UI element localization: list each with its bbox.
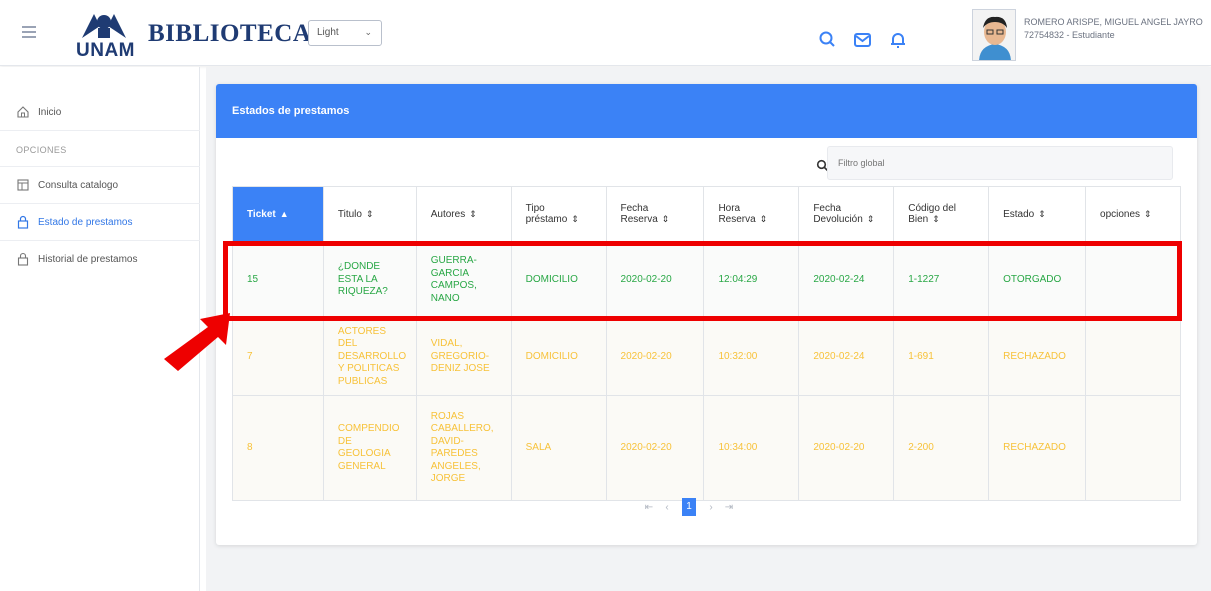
cell-tipo: DOMICILIO [510,318,607,396]
sidebar-item-label: Consulta catalogo [38,179,119,191]
top-header: UNAM BIBLIOTECA Light ⌄ ROMERO ARISPE, M… [0,0,1211,66]
highlight-box [223,241,1182,321]
sidebar-section-title: OPCIONES [16,145,67,155]
sort-icon: ⇕ [1144,208,1152,219]
column-label: Tipo préstamo [525,203,568,225]
cell-fecha-devolucion: 2020-02-24 [798,318,895,396]
user-avatar-icon [973,10,1015,60]
column-header-fecha-devolucion[interactable]: Fecha Devolución ⇕ [798,186,895,242]
column-label: Autores [430,208,466,220]
sidebar-item-historial-de-prestamos[interactable]: Historial de prestamos [0,241,200,277]
cell-estado: RECHAZADO [988,318,1087,396]
column-header-titulo[interactable]: Titulo ⇕ [322,186,417,242]
sort-icon: ⇕ [932,214,940,224]
cell-autores: ROJAS CABALLERO, DAVID-PAREDES ANGELES, … [415,395,512,501]
cell-codigo: 2-200 [893,395,990,501]
cell-ticket: 7 [232,318,324,396]
avatar[interactable] [972,9,1016,61]
user-role: 72754832 - Estudiante [1024,30,1115,40]
column-header-hora-reserva[interactable]: Hora Reserva ⇕ [703,186,800,242]
sort-icon: ⇕ [469,208,477,219]
table-row[interactable]: 8 COMPENDIO DE GEOLOGIA GENERAL ROJAS CA… [232,395,1181,501]
cell-hora: 10:32:00 [703,318,800,396]
bell-icon[interactable] [888,30,908,50]
mail-icon[interactable] [853,30,873,50]
column-header-ticket[interactable]: Ticket ▲ [232,186,324,242]
page-button-current[interactable]: 1 [682,498,696,516]
sidebar-item-label: Inicio [38,106,62,118]
cell-estado: RECHAZADO [988,395,1087,501]
search-icon[interactable] [818,30,838,50]
sidebar-item-consulta-catalogo[interactable]: Consulta catalogo [0,167,200,203]
red-arrow-icon [164,313,230,371]
user-name: ROMERO ARISPE, MIGUEL ANGEL JAYRO [1024,17,1203,27]
cell-hora: 10:34:00 [703,395,800,501]
home-icon [17,106,29,118]
cell-fecha-reserva: 2020-02-20 [605,318,705,396]
cell-opciones [1085,318,1181,396]
lock-icon [17,252,29,266]
sidebar-item-estado-de-prestamos[interactable]: Estado de prestamos [0,204,200,240]
sidebar-item-label: Historial de prestamos [38,253,138,265]
column-label: Estado [1003,208,1035,220]
sort-icon: ⇕ [571,214,579,224]
cell-tipo: SALA [510,395,607,501]
sort-icon: ⇕ [365,208,374,219]
first-page-icon[interactable]: ⇤ [640,502,658,513]
card-title: Estados de prestamos [232,105,350,117]
loans-table: Ticket ▲ Titulo ⇕ Autores ⇕ Tipo préstamo ⇕ … [232,186,1181,501]
cell-opciones [1085,395,1181,501]
cell-fecha-devolucion: 2020-02-20 [798,395,895,501]
unam-emblem-icon [82,14,126,38]
cell-titulo: ACTORES DEL DESARROLLO Y POLITICAS PUBLI… [322,318,417,396]
table-row[interactable]: 7 ACTORES DEL DESARROLLO Y POLITICAS PUB… [232,318,1181,396]
unam-logo: UNAM [70,10,138,61]
column-label: Titulo [337,208,362,220]
column-header-fecha-reserva[interactable]: Fecha Reserva ⇕ [605,186,705,242]
column-label: Hora Reserva [718,203,756,225]
cell-codigo: 1-691 [893,318,990,396]
sort-icon: ⇕ [866,214,875,224]
global-filter-input[interactable] [827,146,1173,180]
column-header-autores[interactable]: Autores ⇕ [415,186,512,242]
theme-select-value: Light [317,27,339,38]
prev-page-icon[interactable]: ‹ [658,502,676,513]
next-page-icon[interactable]: › [702,502,720,513]
lock-icon [17,215,29,229]
column-header-tipo-prestamo[interactable]: Tipo préstamo ⇕ [510,186,607,242]
column-label: Fecha Reserva [620,203,658,225]
column-header-estado[interactable]: Estado ⇕ [988,186,1087,242]
pagination: ⇤ ‹ 1 › ⇥ [640,498,738,516]
catalog-icon [17,179,29,191]
sort-icon: ⇕ [661,214,670,224]
logo-text: UNAM [76,40,135,61]
sort-asc-icon: ▲ [279,208,289,219]
divider [0,130,200,131]
chevron-down-icon: ⌄ [364,27,372,37]
cell-autores: VIDAL, GREGORIO-DENIZ JOSE [415,318,512,396]
card-header: Estados de prestamos [216,84,1197,138]
cell-fecha-reserva: 2020-02-20 [605,395,705,501]
sort-icon: ⇕ [759,214,768,224]
sidebar-item-inicio[interactable]: Inicio [0,94,200,130]
column-label: Ticket [247,208,276,220]
sort-icon: ⇕ [1038,208,1046,219]
brand-title: BIBLIOTECA [148,20,312,47]
sidebar-item-label: Estado de prestamos [38,216,133,228]
theme-select[interactable]: Light ⌄ [308,20,382,46]
column-header-opciones[interactable]: opciones ⇕ [1085,186,1181,242]
table-header-row: Ticket ▲ Titulo ⇕ Autores ⇕ Tipo préstamo ⇕ … [232,186,1181,242]
column-label: Fecha Devolución [813,203,863,225]
column-label: opciones [1100,208,1141,220]
column-header-codigo-bien[interactable]: Código del Bien ⇕ [893,186,990,242]
last-page-icon[interactable]: ⇥ [720,502,738,513]
cell-titulo: COMPENDIO DE GEOLOGIA GENERAL [322,395,417,501]
cell-ticket: 8 [232,395,324,501]
menu-icon[interactable] [22,26,36,38]
